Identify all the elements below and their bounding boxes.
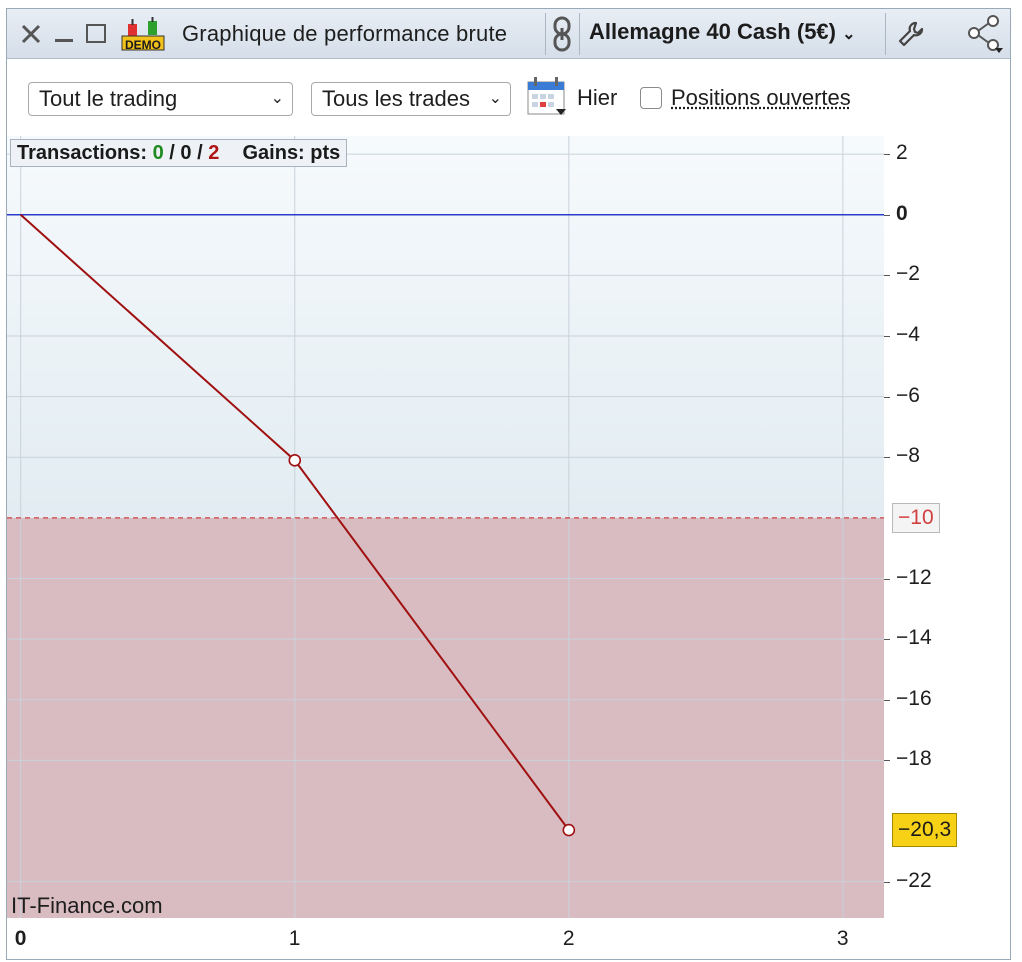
x-tick-label: 0: [14, 927, 27, 950]
open-positions-label[interactable]: Positions ouvertes: [671, 85, 851, 111]
transactions-summary: Transactions: 0 / 0 / 2 Gains: pts: [10, 139, 348, 167]
last-value-badge: −20,3: [892, 813, 958, 848]
data-point: [288, 454, 302, 467]
data-point: [562, 823, 576, 837]
y-tick-label: −2: [896, 262, 920, 286]
minimize-icon[interactable]: [51, 9, 77, 59]
open-positions-checkbox[interactable]: [640, 87, 662, 109]
title-separator: [545, 13, 546, 55]
link-icon[interactable]: [549, 9, 575, 59]
maximize-icon[interactable]: [83, 9, 109, 59]
title-bar: DEMO Graphique de performance brute Alle…: [7, 9, 1010, 59]
y-tick-label: −18: [896, 747, 932, 771]
performance-chart: [7, 136, 884, 918]
x-tick-label: 1: [288, 927, 301, 950]
filter-toolbar: Tout le trading ⌄ Tous les trades ⌄ Hier…: [7, 59, 1010, 139]
close-icon[interactable]: [15, 9, 47, 59]
instrument-name: Allemagne 40 Cash (5€): [589, 19, 836, 44]
below-threshold-zone: [7, 517, 884, 918]
calendar-icon[interactable]: [526, 76, 568, 118]
performance-chart-window: DEMO Graphique de performance brute Alle…: [6, 8, 1011, 960]
count-separator: /: [169, 142, 175, 164]
threshold-badge: −10: [892, 502, 940, 533]
y-tick-mark: [884, 275, 890, 277]
x-tick-label: 3: [836, 927, 849, 950]
transactions-label: Transactions:: [17, 142, 148, 164]
gains-label: Gains:: [242, 142, 305, 164]
y-tick-label: 0: [896, 201, 908, 225]
wrench-icon[interactable]: [893, 9, 929, 59]
y-tick-mark: [884, 457, 890, 459]
chevron-down-icon: ⌄: [270, 90, 284, 107]
y-tick-mark: [884, 214, 890, 216]
y-tick-label: −8: [896, 444, 920, 468]
y-tick-label: −14: [896, 626, 932, 650]
trading-scope-select[interactable]: Tout le trading ⌄: [28, 82, 293, 116]
y-tick-mark: [884, 578, 890, 580]
neutral-count: 0: [180, 142, 192, 164]
y-tick-label: −12: [896, 565, 932, 589]
x-tick-label: 2: [562, 927, 575, 950]
chart-area: [7, 136, 884, 918]
y-tick-label: −6: [896, 383, 920, 407]
window-title: Graphique de performance brute: [182, 21, 508, 46]
instrument-selector[interactable]: Allemagne 40 Cash (5€) ⌄: [589, 19, 856, 45]
y-tick-mark: [884, 396, 890, 398]
trading-scope-value: Tout le trading: [39, 86, 178, 111]
above-threshold-zone: [7, 136, 884, 518]
share-icon[interactable]: [962, 9, 1008, 59]
losers-count: 2: [208, 142, 220, 164]
y-tick-label: −16: [896, 686, 932, 710]
y-tick-mark: [884, 154, 890, 156]
chevron-down-icon: ⌄: [842, 26, 856, 43]
chevron-down-icon: ⌄: [488, 90, 502, 107]
y-tick-mark: [884, 881, 890, 883]
winners-count: 0: [152, 142, 164, 164]
trades-filter-select[interactable]: Tous les trades ⌄: [311, 82, 511, 116]
trades-filter-value: Tous les trades: [322, 86, 470, 111]
title-separator-3: [885, 13, 886, 55]
y-tick-mark: [884, 760, 890, 762]
date-range-label[interactable]: Hier: [577, 85, 617, 111]
y-tick-mark: [884, 699, 890, 701]
count-separator: /: [197, 142, 203, 164]
watermark: IT-Finance.com: [11, 893, 163, 918]
demo-badge: DEMO: [125, 38, 161, 52]
y-tick-label: 2: [896, 141, 908, 165]
y-tick-label: −22: [896, 868, 932, 892]
y-tick-mark: [884, 639, 890, 641]
title-separator-2: [579, 13, 580, 55]
gains-unit: pts: [310, 142, 341, 164]
y-tick-mark: [884, 336, 890, 338]
y-tick-label: −4: [896, 323, 920, 347]
demo-candlestick-icon: DEMO: [119, 9, 167, 59]
